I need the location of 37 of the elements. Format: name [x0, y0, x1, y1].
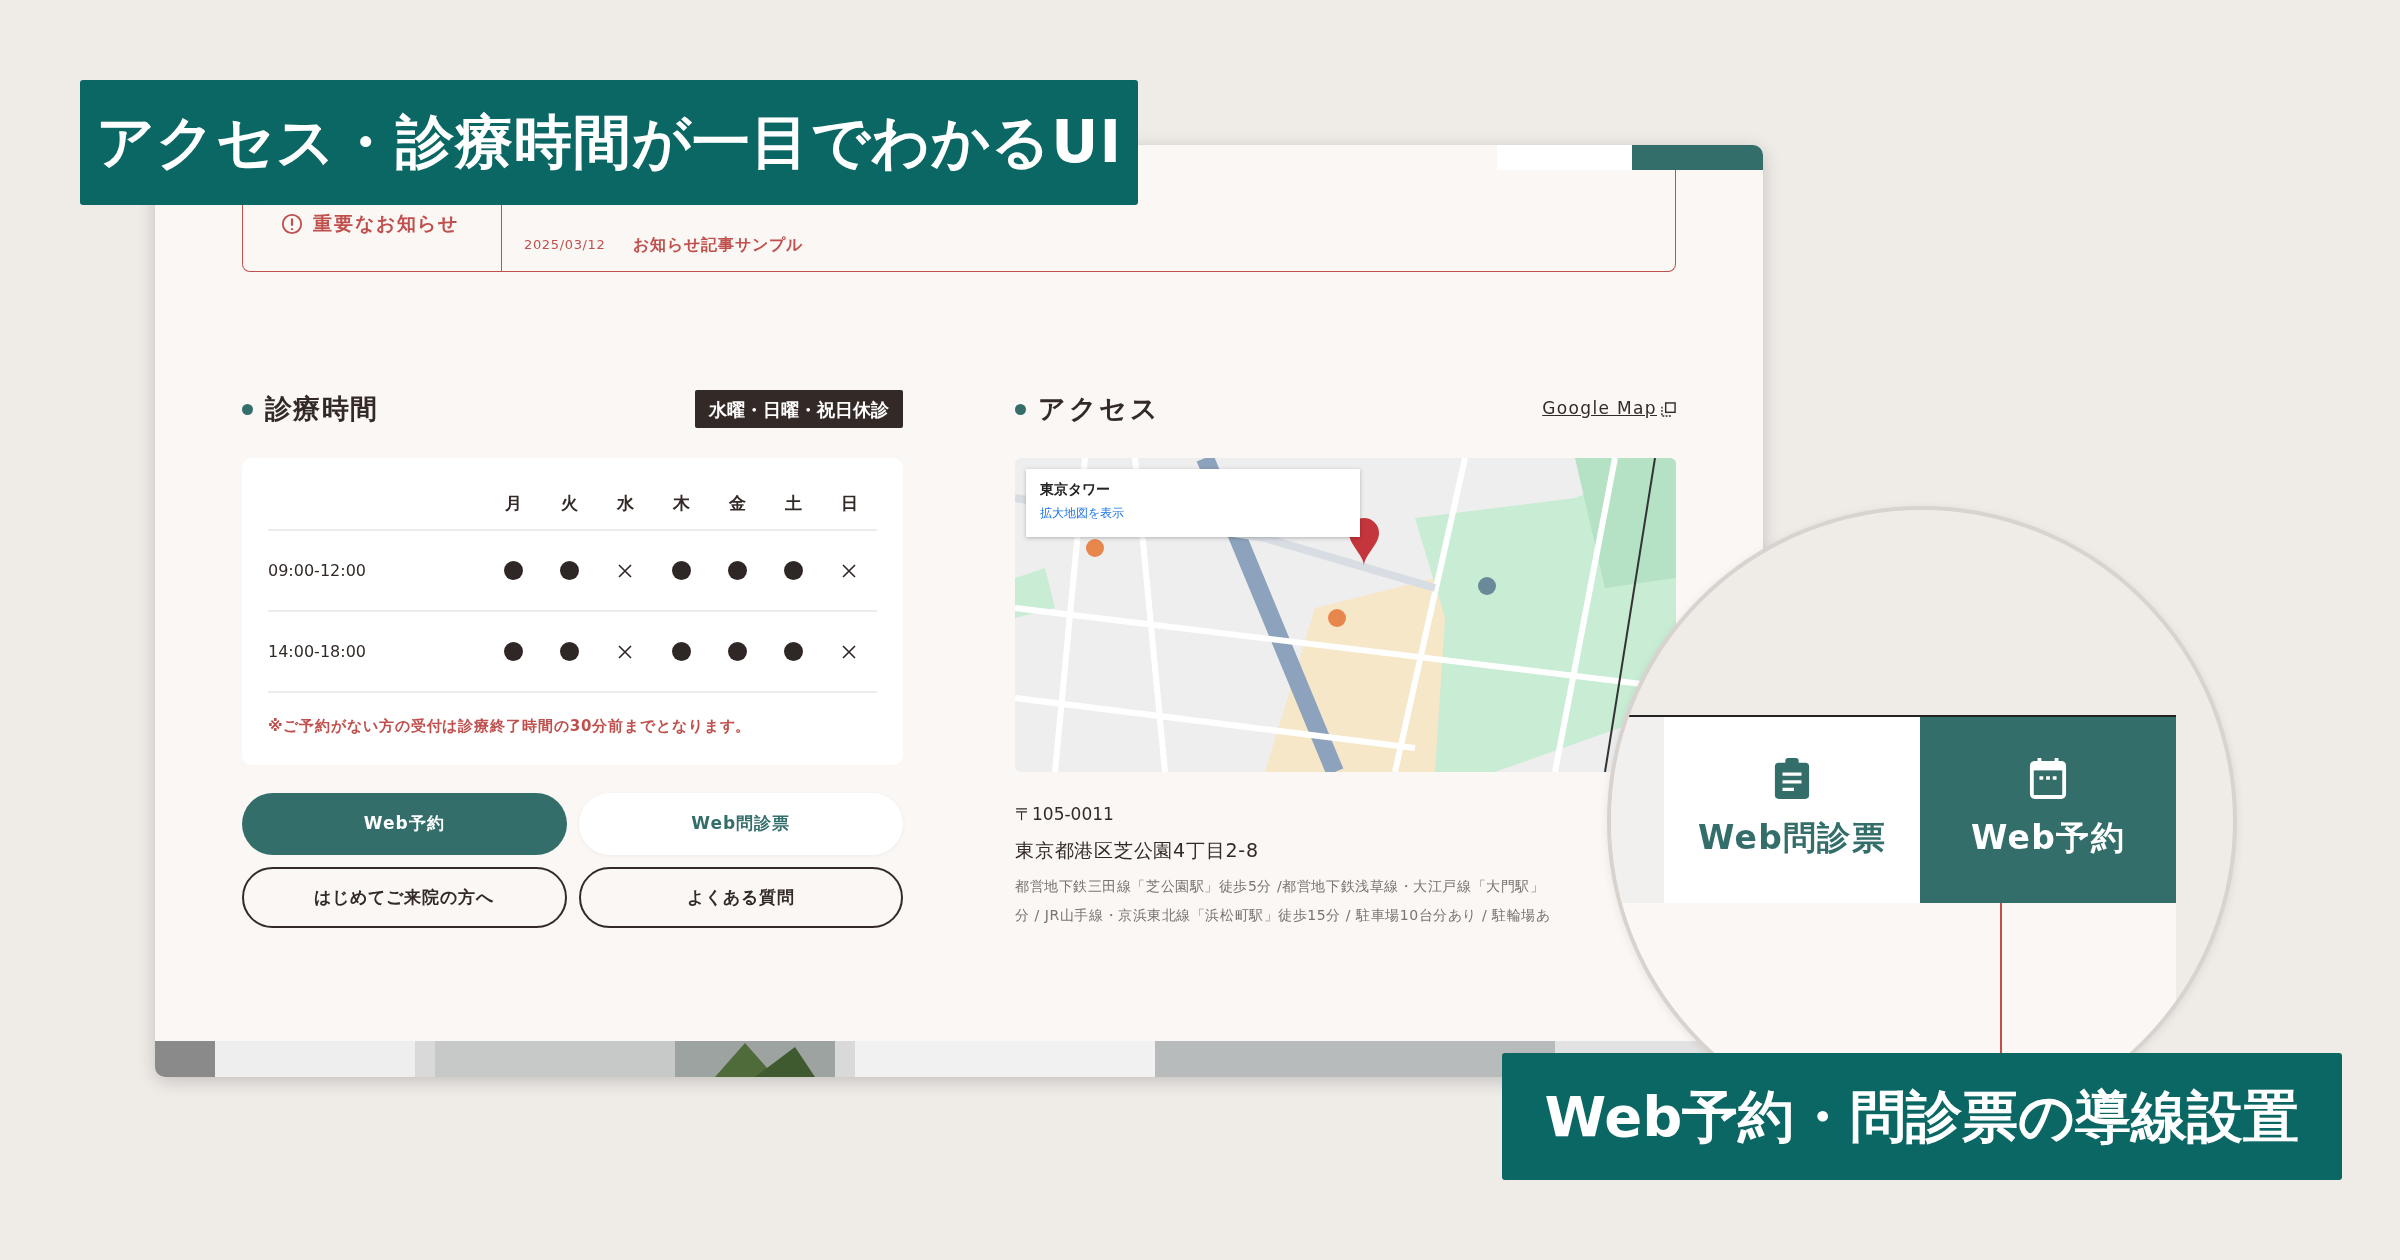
closed-days-badge: 水曜・日曜・祝日休診 [695, 390, 903, 428]
directions-text: 分 / JR山手線・京浜東北線「浜松町駅」徒歩15分 / 駐車場10台分あり / 駐輪場あ [1015, 906, 1552, 925]
link-button[interactable]: はじめてご来院の方へ [242, 867, 567, 928]
time-slot: 09:00-12:00 [268, 558, 485, 583]
google-map-link[interactable]: Google Map [1542, 396, 1657, 422]
link-button[interactable]: Web予約 [242, 793, 567, 855]
notice-label: 重要なお知らせ [313, 211, 460, 237]
place-name: 東京タワー [1040, 480, 1111, 499]
header-tab[interactable] [1497, 145, 1632, 170]
time-slot: 14:00-18:00 [268, 639, 485, 664]
section-title: 診療時間 [265, 391, 379, 426]
postal-code: 〒105-0011 [1015, 803, 1115, 826]
hours-note: ※ご予約がない方の受付は診療終了時間の30分前までとなります。 [268, 716, 753, 737]
clipboard-icon [1773, 757, 1811, 800]
alert-icon [281, 212, 303, 235]
day-label: 金 [727, 491, 747, 515]
day-label: 月 [503, 491, 523, 515]
headline: アクセス・診療時間が一目でわかるUI [95, 107, 1123, 178]
notice-date: 2025/03/12 [524, 236, 606, 255]
zoomed-button[interactable]: Web予約 [1920, 717, 2176, 903]
calendar-icon [2029, 757, 2067, 800]
external-link-icon [1661, 401, 1676, 417]
notice-link[interactable]: お知らせ記事サンプル [633, 233, 804, 257]
section-title: アクセス [1038, 391, 1161, 426]
directions-text: 都営地下鉄三田線「芝公園駅」徒歩5分 /都営地下鉄浅草線・大江戸線「大門駅」 [1015, 877, 1546, 896]
day-label: 水 [615, 491, 635, 515]
zoomed-button[interactable]: Web問診票 [1664, 717, 1920, 903]
link-button[interactable]: Web問診票 [578, 793, 903, 855]
enlarge-map-link[interactable]: 拡大地図を表示 [1040, 504, 1346, 522]
link-button[interactable]: よくある質問 [578, 867, 903, 928]
day-label: 火 [559, 491, 579, 515]
header-button[interactable] [1632, 145, 1763, 170]
day-label: 木 [671, 491, 691, 515]
day-label: 日 [839, 491, 859, 515]
day-label: 土 [783, 491, 803, 515]
callout-title: Web予約・問診票の導線設置 [1544, 1082, 2300, 1151]
address: 東京都港区芝公園4丁目2-8 [1015, 837, 1260, 863]
